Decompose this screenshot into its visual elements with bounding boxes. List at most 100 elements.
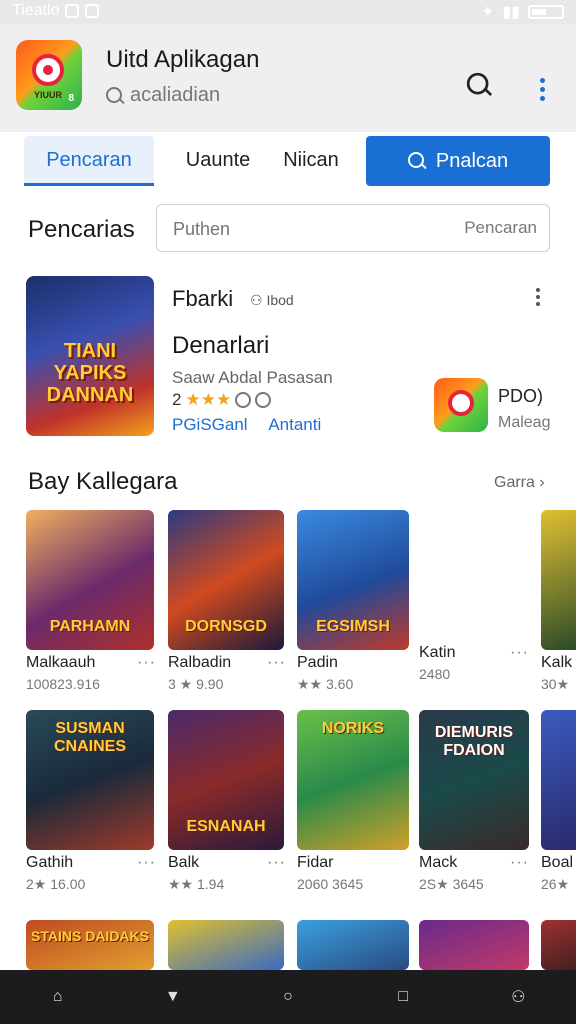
search-action-label: Pnalcan: [435, 150, 509, 172]
game-name: Mack: [419, 854, 458, 871]
status-time: Tieatlo: [12, 2, 60, 19]
game-card[interactable]: SUSMAN CNAINES Gathih ··· 2★ 16.00: [26, 710, 156, 893]
game-name-row: Balk ···: [168, 854, 286, 872]
rating-value: 2: [172, 390, 182, 409]
game-card[interactable]: ESNANAH Balk ··· ★★ 1.94: [168, 710, 286, 893]
game-meta: 3 ★ 9.90: [168, 676, 224, 692]
notification-icon-2: [85, 4, 100, 18]
game-card[interactable]: DORNSGD Ralbadin ··· 3 ★ 9.90: [168, 510, 286, 693]
section-more-link[interactable]: Garra ›: [494, 474, 545, 492]
more-icon[interactable]: ···: [510, 644, 529, 662]
featured-link-2[interactable]: Antanti: [268, 415, 321, 434]
app-icon-tag: YIUUR: [34, 90, 63, 100]
mini-app-sub: Maleag: [498, 414, 551, 431]
app-icon[interactable]: YIUUR 8: [16, 40, 82, 110]
circle-home-icon[interactable]: ○: [275, 984, 301, 1010]
game-name-row: Gathih ···: [26, 854, 156, 872]
more-icon[interactable]: ···: [267, 654, 286, 672]
game-meta: ★★ 1.94: [168, 876, 225, 892]
game-name: Fidar: [297, 854, 334, 871]
game-art: [541, 710, 576, 850]
game-art: ESNANAH: [168, 710, 284, 850]
game-card-partial[interactable]: [541, 920, 576, 970]
featured-badge-text: Ibod: [266, 292, 294, 308]
game-card[interactable]: [168, 920, 286, 970]
game-meta: 100823.916: [26, 676, 100, 692]
game-name: Malkaauh: [26, 654, 96, 671]
mini-app-icon[interactable]: [434, 378, 488, 432]
profile-icon[interactable]: ⚇: [505, 984, 531, 1010]
more-options-icon[interactable]: [540, 78, 545, 101]
game-art: [297, 920, 409, 970]
tab-uaunte[interactable]: Uaunte: [178, 136, 258, 186]
game-name-row: Mack ···: [419, 854, 529, 872]
search-action-button[interactable]: Pnalcan: [366, 136, 550, 186]
game-name-row: Malkaauh ···: [26, 654, 156, 672]
game-art: SUSMAN CNAINES: [26, 710, 154, 850]
status-left: Tieatlo: [12, 2, 100, 20]
more-icon[interactable]: ···: [267, 854, 286, 872]
game-art: [541, 510, 576, 650]
game-name-row: Boal: [541, 854, 576, 872]
ring-icon: [235, 392, 252, 408]
app-icon-badge: 8: [68, 93, 74, 104]
game-name: Gathih: [26, 854, 74, 871]
game-name-row: Katin ···: [419, 644, 529, 662]
search-label: Pencarias: [28, 216, 135, 243]
game-card[interactable]: [297, 920, 409, 970]
featured-links: PGiSGanl Antanti: [172, 415, 321, 435]
featured-game-art[interactable]: TIANI YAPIKS DANNAN: [26, 276, 154, 436]
game-meta: 2S★ 3645: [419, 876, 484, 892]
back-icon[interactable]: ▼: [160, 984, 186, 1010]
game-card-partial[interactable]: Boal 26★: [541, 710, 576, 893]
game-art: DIEMURIS FDAION: [419, 710, 529, 850]
more-icon[interactable]: ···: [137, 854, 156, 872]
game-meta: ★★ 3.60: [297, 676, 354, 692]
game-name: Ralbadin: [168, 654, 232, 671]
tab-pencaran[interactable]: Pencaran: [24, 136, 154, 186]
featured-more-icon[interactable]: [536, 288, 540, 306]
game-card[interactable]: DIEMURIS FDAION Mack ··· 2S★ 3645: [419, 710, 529, 893]
game-card[interactable]: NORIKS Fidar 2060 3645: [297, 710, 409, 892]
more-icon[interactable]: ···: [510, 854, 529, 872]
camera-lens-icon: [32, 54, 64, 86]
recents-icon[interactable]: □: [390, 984, 416, 1010]
game-card-partial[interactable]: Kalk 30★: [541, 510, 576, 693]
home-icon[interactable]: ⌂: [45, 984, 71, 1010]
search-button[interactable]: Pencaran: [464, 218, 537, 238]
game-art: [168, 920, 284, 970]
featured-title: Denarlari: [172, 332, 270, 359]
game-card-text-only[interactable]: Katin ··· 2480: [419, 640, 529, 682]
game-art: PARHAMN: [26, 510, 154, 650]
game-name: Balk: [168, 854, 200, 871]
game-card[interactable]: PARHAMN Malkaauh ··· 100823.916: [26, 510, 156, 692]
game-meta: 2480: [419, 666, 451, 682]
game-meta: 30★: [541, 676, 570, 692]
featured-art-text: TIANI YAPIKS DANNAN: [46, 340, 134, 406]
game-meta: 2★ 16.00: [26, 876, 86, 892]
user-icon: ⚇: [250, 292, 263, 308]
app-subtitle: acaliadian: [106, 84, 220, 107]
game-art: NORIKS: [297, 710, 409, 850]
game-name: Boal: [541, 854, 574, 871]
game-card[interactable]: STAINS DAIDAKS: [26, 920, 156, 970]
search-icon: [106, 86, 124, 105]
game-art: DORNSGD: [168, 510, 284, 650]
game-art: [541, 920, 576, 970]
mini-app-label: PDO): [498, 386, 543, 406]
search-box[interactable]: Pencaran: [156, 204, 550, 252]
battery-icon: [528, 5, 564, 19]
search-input[interactable]: [171, 213, 435, 245]
game-card[interactable]: [419, 920, 529, 970]
app-bar: YIUUR 8 Uitd Aplikagan acaliadian: [0, 24, 576, 132]
game-name: Katin: [419, 644, 456, 661]
tab-niican[interactable]: Niican: [276, 136, 346, 186]
search-icon-button[interactable]: [466, 72, 491, 97]
notification-icon: [65, 4, 80, 18]
status-right: ✦ ▮▮: [481, 2, 564, 22]
status-bar: Tieatlo ✦ ▮▮: [0, 0, 576, 24]
featured-link-1[interactable]: PGiSGanl: [172, 415, 248, 434]
more-icon[interactable]: ···: [137, 654, 156, 672]
game-card[interactable]: EGSIMSH Padin ★★ 3.60: [297, 510, 409, 693]
app-subtitle-text: acaliadian: [130, 84, 221, 106]
